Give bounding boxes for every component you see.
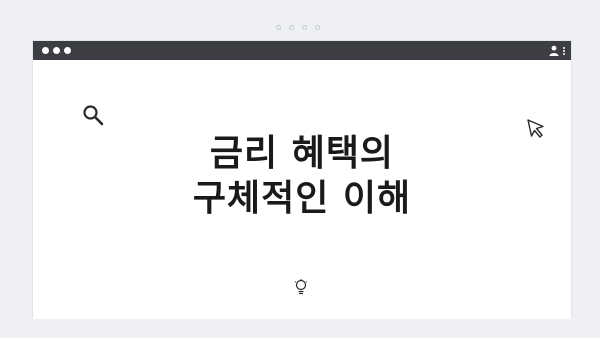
carousel-dots (276, 25, 320, 30)
page-title-line-2: 구체적인 이해 (192, 178, 412, 219)
user-icon[interactable] (549, 45, 559, 56)
browser-window: 금리 혜택의 구체적인 이해 (32, 40, 572, 319)
page-content: 금리 혜택의 구체적인 이해 (33, 60, 571, 319)
titlebar-actions (549, 45, 565, 56)
canvas: 금리 혜택의 구체적인 이해 (0, 0, 600, 338)
browser-titlebar (33, 41, 571, 60)
lightbulb-icon (294, 279, 308, 295)
carousel-dot[interactable] (289, 25, 294, 30)
page-title-line-1: 금리 혜택의 (209, 133, 395, 174)
carousel-dot[interactable] (315, 25, 320, 30)
search-icon[interactable] (82, 104, 104, 126)
more-vert-icon[interactable] (563, 46, 565, 55)
minimize-dot-icon[interactable] (53, 47, 60, 54)
window-controls (42, 47, 71, 54)
carousel-dot[interactable] (276, 25, 281, 30)
maximize-dot-icon[interactable] (64, 47, 71, 54)
carousel-dot[interactable] (302, 25, 307, 30)
page-title: 금리 혜택의 구체적인 이해 (33, 131, 571, 221)
close-dot-icon[interactable] (42, 47, 49, 54)
